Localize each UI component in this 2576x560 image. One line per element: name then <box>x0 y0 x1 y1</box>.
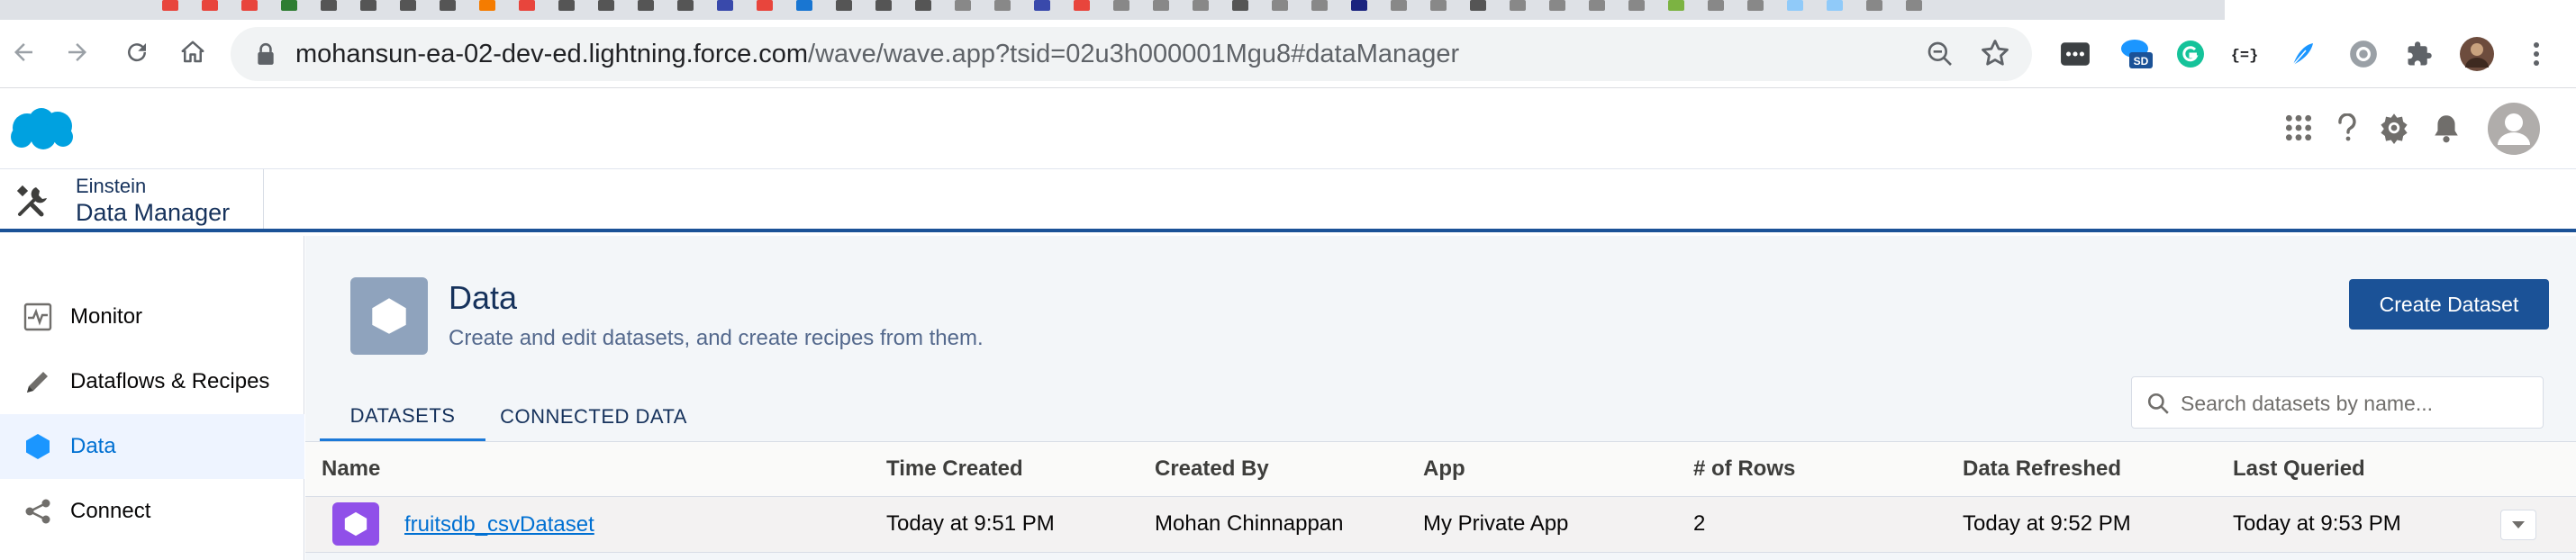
salesforce-sd-extension-icon[interactable]: SD <box>2118 36 2154 72</box>
pencil-icon <box>22 366 54 398</box>
url-host: mohansun-ea-02-dev-ed.lightning.force.co… <box>295 40 809 68</box>
left-navigation: Monitor Dataflows & Recipes Data Connect <box>0 236 304 560</box>
forward-button[interactable] <box>58 32 97 72</box>
nav-item-label: Monitor <box>70 304 143 329</box>
browser-tab-strip <box>0 0 2576 20</box>
grammarly-icon[interactable] <box>2172 36 2209 72</box>
setup-gear-icon[interactable] <box>2374 108 2414 148</box>
address-bar[interactable]: mohansun-ea-02-dev-ed.lightning.force.co… <box>231 27 2032 81</box>
nav-item-connect[interactable]: Connect <box>0 479 304 544</box>
page-subtitle: Create and edit datasets, and create rec… <box>449 326 984 350</box>
cell-app: My Private App <box>1423 511 1569 536</box>
profile-avatar[interactable] <box>2459 36 2495 72</box>
column-header-app[interactable]: App <box>1423 456 1465 482</box>
app-name: Einstein Data Manager <box>76 175 230 227</box>
cell-last-queried: Today at 9:53 PM <box>2233 511 2401 536</box>
extensions-puzzle-icon[interactable] <box>2401 36 2437 72</box>
settings-extension-icon[interactable] <box>2345 36 2381 72</box>
cell-created-by: Mohan Chinnappan <box>1155 511 1344 536</box>
search-input[interactable] <box>2181 388 2532 419</box>
column-header-name[interactable]: Name <box>322 456 380 482</box>
main-content: Data Create and edit datasets, and creat… <box>305 236 2576 560</box>
active-browser-tab[interactable] <box>2225 0 2576 20</box>
table-header: Name Time Created Created By App # of Ro… <box>305 441 2576 497</box>
page-title: Data <box>449 279 518 316</box>
data-page-icon <box>350 277 428 355</box>
nav-item-dataflows-recipes[interactable]: Dataflows & Recipes <box>0 349 304 414</box>
url-path: /wave/wave.app?tsid=02u3h000001Mgu8#data… <box>808 40 1460 68</box>
create-dataset-button[interactable]: Create Dataset <box>2349 279 2549 330</box>
user-avatar-icon[interactable] <box>2486 101 2542 157</box>
connect-icon <box>22 495 54 528</box>
cell-data-refreshed: Today at 9:52 PM <box>1963 511 2131 536</box>
svg-text:{=}: {=} <box>2231 48 2259 65</box>
nav-item-data[interactable]: Data <box>0 414 304 479</box>
nav-item-label: Data <box>70 434 116 458</box>
chevron-down-icon <box>2512 521 2525 528</box>
feather-extension-icon[interactable] <box>2284 36 2320 72</box>
salesforce-logo[interactable] <box>7 104 76 153</box>
browser-toolbar: mohansun-ea-02-dev-ed.lightning.force.co… <box>0 20 2576 88</box>
search-icon <box>2147 393 2169 414</box>
home-icon <box>181 41 204 63</box>
column-header-data-refreshed[interactable]: Data Refreshed <box>1963 456 2121 482</box>
nav-item-monitor[interactable]: Monitor <box>0 285 304 349</box>
dataset-icon <box>332 502 379 546</box>
cell-row-count: 2 <box>1693 511 1706 536</box>
column-header-created-by[interactable]: Created By <box>1155 456 1269 482</box>
column-header-last-queried[interactable]: Last Queried <box>2233 456 2365 482</box>
salesforce-header <box>0 88 2576 169</box>
reload-button[interactable] <box>117 32 157 72</box>
reload-icon <box>128 43 147 62</box>
cell-time-created: Today at 9:51 PM <box>886 511 1055 536</box>
extension-badge: SD <box>2134 55 2149 68</box>
monitor-icon <box>22 301 54 333</box>
data-hexagon-icon <box>22 430 54 463</box>
tab-datasets[interactable]: DATASETS <box>320 393 485 441</box>
column-header-rows[interactable]: # of Rows <box>1693 456 1795 482</box>
lock-icon[interactable] <box>256 42 276 66</box>
json-formatter-icon[interactable]: {=} <box>2227 36 2263 72</box>
tab-favicons <box>162 0 1922 13</box>
home-button[interactable] <box>173 32 213 72</box>
nav-item-label: Dataflows & Recipes <box>70 369 270 393</box>
column-header-time-created[interactable]: Time Created <box>886 456 1023 482</box>
notifications-bell-icon[interactable] <box>2426 108 2466 148</box>
app-name-line2: Data Manager <box>76 199 231 226</box>
nav-item-label: Connect <box>70 499 151 523</box>
bookmark-star-icon[interactable] <box>1980 38 2010 68</box>
app-name-line1: Einstein <box>76 175 147 197</box>
extension-dots-icon[interactable] <box>2057 36 2093 72</box>
app-bar: Einstein Data Manager <box>0 169 2576 232</box>
row-actions-dropdown[interactable] <box>2500 510 2536 540</box>
back-arrow-icon <box>14 43 32 61</box>
zoom-out-icon[interactable] <box>1926 40 1955 68</box>
forward-arrow-icon <box>68 43 86 61</box>
help-icon[interactable] <box>2327 108 2367 148</box>
dataset-search[interactable] <box>2131 376 2544 429</box>
browser-menu-icon[interactable] <box>2518 36 2554 72</box>
url-text[interactable]: mohansun-ea-02-dev-ed.lightning.force.co… <box>295 40 1459 68</box>
app-launcher-icon[interactable] <box>2279 108 2318 148</box>
tab-connected-data[interactable]: CONNECTED DATA <box>485 393 702 441</box>
tools-wrench-icon <box>16 185 47 217</box>
dataset-name-link[interactable]: fruitsdb_csvDataset <box>404 512 594 537</box>
table-row[interactable]: fruitsdb_csvDataset Today at 9:51 PM Moh… <box>305 497 2576 553</box>
back-button[interactable] <box>4 32 43 72</box>
app-bar-divider <box>263 169 264 229</box>
